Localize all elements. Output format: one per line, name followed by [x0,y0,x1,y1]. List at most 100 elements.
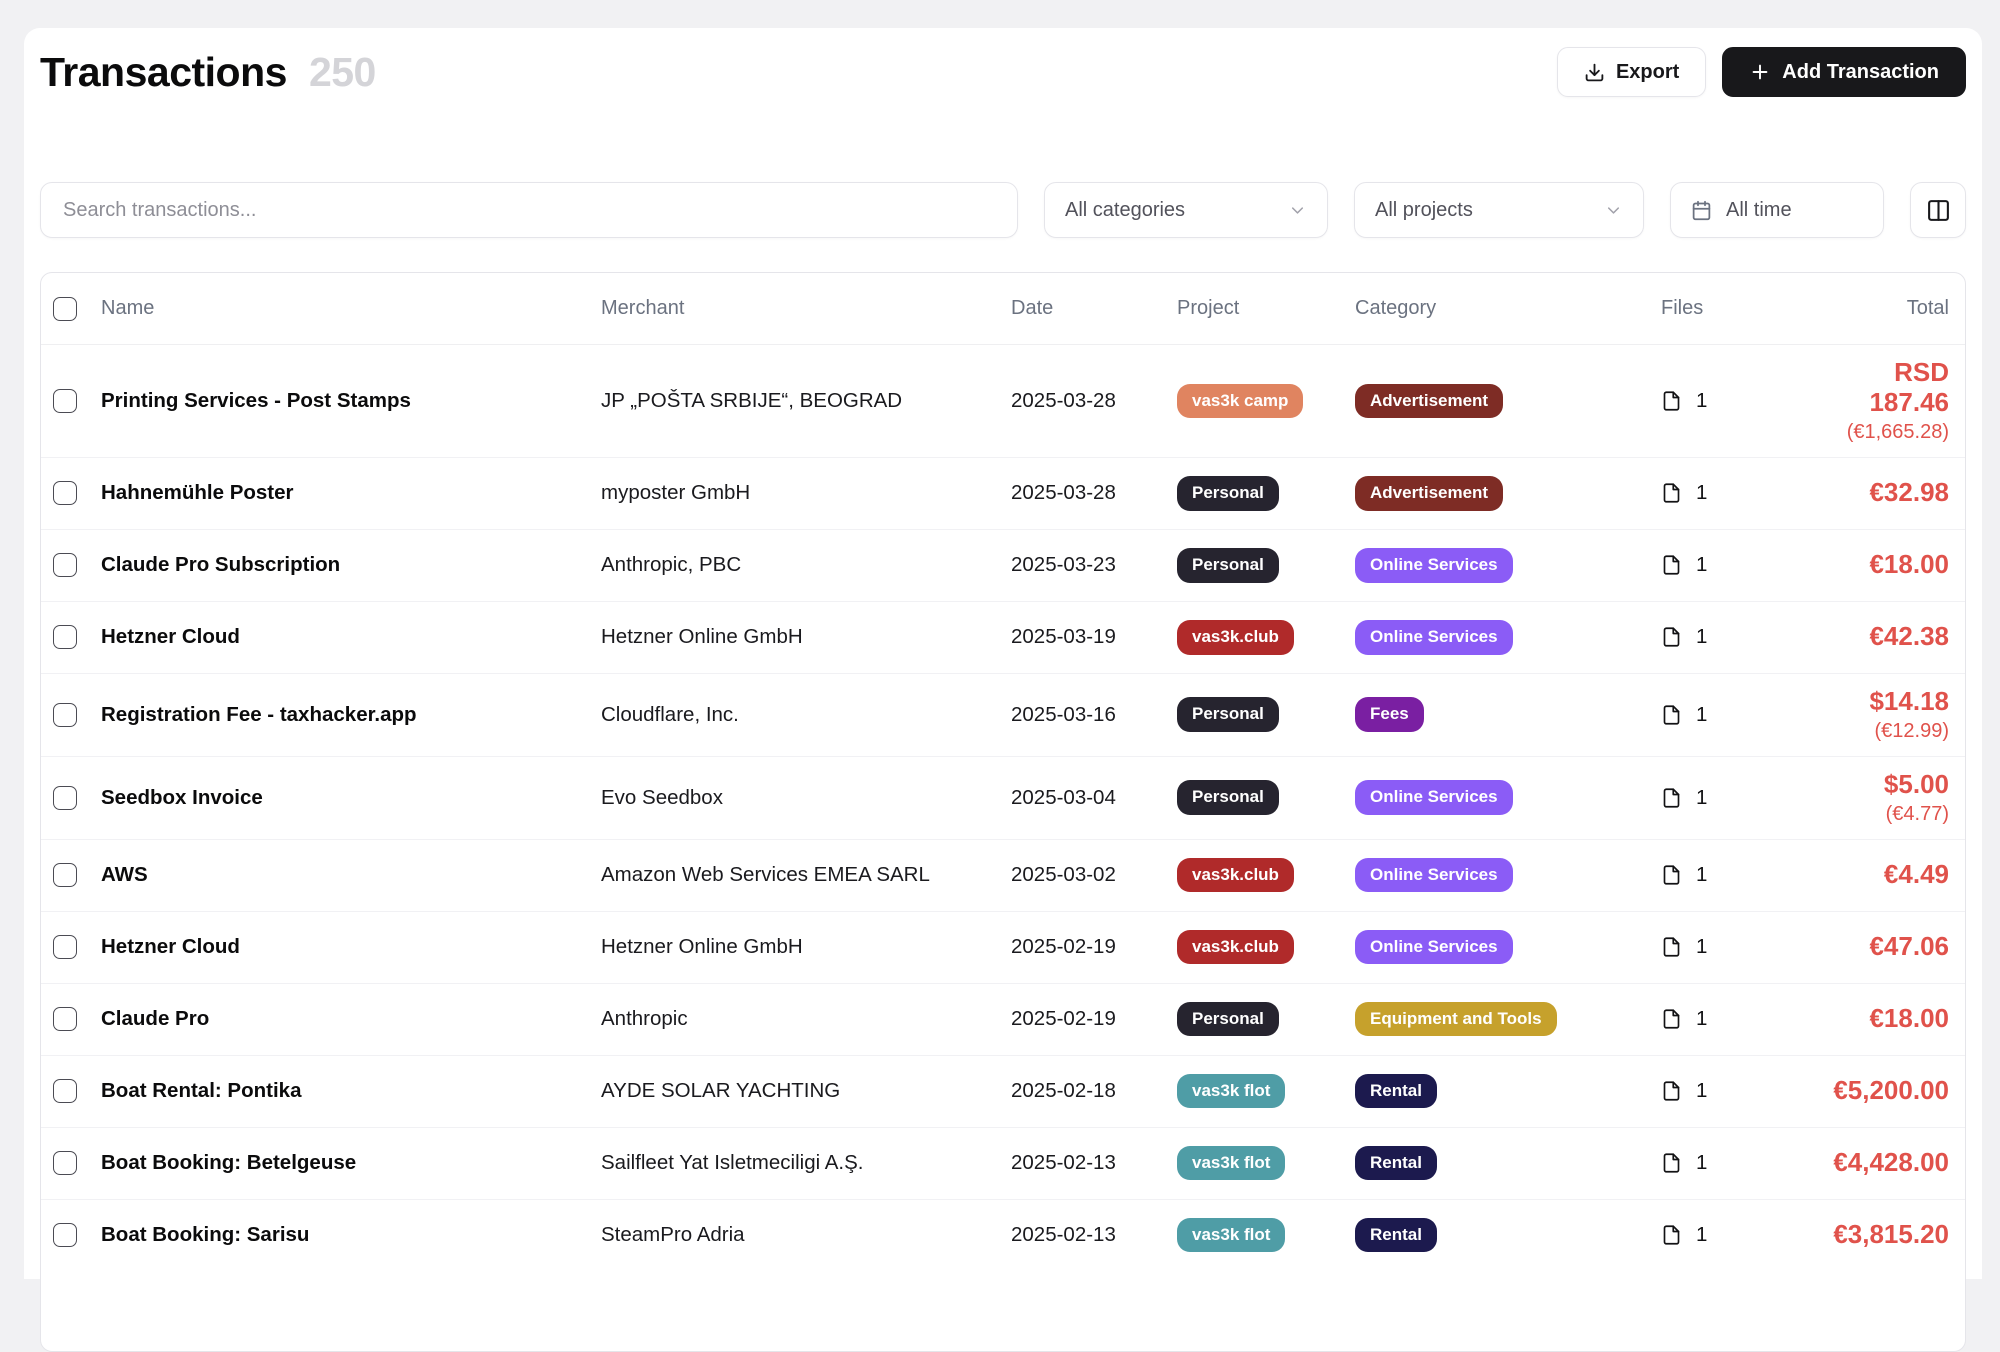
total-amount: €18.00 [1813,550,1949,580]
transaction-merchant: Sailfleet Yat Isletmeciligi A.Ş. [601,1151,1011,1175]
total-amount: €5,200.00 [1813,1076,1949,1106]
transaction-date: 2025-03-28 [1011,389,1177,413]
category-badge[interactable]: Online Services [1355,620,1513,655]
table-row[interactable]: Hetzner Cloud Hetzner Online GmbH 2025-0… [41,601,1965,673]
project-badge[interactable]: vas3k.club [1177,620,1294,655]
table-row[interactable]: Seedbox Invoice Evo Seedbox 2025-03-04 P… [41,756,1965,839]
transaction-merchant: Cloudflare, Inc. [601,703,1011,727]
row-checkbox[interactable] [53,481,77,505]
export-label: Export [1616,61,1679,84]
project-badge[interactable]: vas3k camp [1177,384,1303,419]
project-badge[interactable]: Personal [1177,1002,1279,1037]
project-badge[interactable]: vas3k.club [1177,858,1294,893]
transaction-name: Seedbox Invoice [101,786,601,810]
row-checkbox[interactable] [53,1223,77,1247]
file-icon [1661,1223,1682,1247]
table-row[interactable]: Boat Booking: Sarisu SteamPro Adria 2025… [41,1199,1965,1271]
file-count: 1 [1696,1007,1707,1031]
file-count: 1 [1696,1151,1707,1175]
transaction-date: 2025-02-19 [1011,935,1177,959]
total-amount: €18.00 [1813,1004,1949,1034]
table-row[interactable]: Boat Rental: Pontika AYDE SOLAR YACHTING… [41,1055,1965,1127]
table-row[interactable]: Boat Booking: Betelgeuse Sailfleet Yat I… [41,1127,1965,1199]
table-row[interactable]: Hetzner Cloud Hetzner Online GmbH 2025-0… [41,911,1965,983]
table-row[interactable]: Claude Pro Subscription Anthropic, PBC 2… [41,529,1965,601]
transaction-merchant: Evo Seedbox [601,786,1011,810]
category-badge[interactable]: Online Services [1355,858,1513,893]
transaction-merchant: Anthropic [601,1007,1011,1031]
file-icon [1661,553,1682,577]
chevron-down-icon [1288,201,1307,220]
date-range-value: All time [1726,199,1792,222]
transaction-name: Printing Services - Post Stamps [101,389,601,413]
transaction-merchant: JP „POŠTA SRBIJE“, BEOGRAD [601,389,1011,413]
select-all-checkbox[interactable] [53,297,77,321]
category-badge[interactable]: Equipment and Tools [1355,1002,1557,1037]
category-badge[interactable]: Advertisement [1355,384,1503,419]
transaction-date: 2025-02-13 [1011,1223,1177,1247]
total-converted: (€12.99) [1813,720,1949,743]
columns-toggle-button[interactable] [1910,182,1966,238]
row-checkbox[interactable] [53,389,77,413]
transaction-name: Hetzner Cloud [101,625,601,649]
project-filter-value: All projects [1375,199,1473,222]
file-icon [1661,625,1682,649]
project-badge[interactable]: Personal [1177,476,1279,511]
total-amount: €42.38 [1813,622,1949,652]
transaction-name: AWS [101,863,601,887]
date-range-filter[interactable]: All time [1670,182,1884,238]
row-checkbox[interactable] [53,1007,77,1031]
category-badge[interactable]: Rental [1355,1218,1437,1253]
table-row[interactable]: Registration Fee - taxhacker.app Cloudfl… [41,673,1965,756]
category-badge[interactable]: Online Services [1355,780,1513,815]
project-badge[interactable]: vas3k flot [1177,1146,1285,1181]
row-checkbox[interactable] [53,553,77,577]
project-filter[interactable]: All projects [1354,182,1644,238]
project-badge[interactable]: Personal [1177,780,1279,815]
header-category: Category [1355,297,1661,320]
category-badge[interactable]: Online Services [1355,930,1513,965]
table-row[interactable]: Hahnemühle Poster myposter GmbH 2025-03-… [41,457,1965,529]
category-badge[interactable]: Rental [1355,1146,1437,1181]
transaction-name: Hahnemühle Poster [101,481,601,505]
export-button[interactable]: Export [1557,47,1706,97]
transaction-name: Boat Booking: Sarisu [101,1223,601,1247]
transaction-name: Hetzner Cloud [101,935,601,959]
file-icon [1661,786,1682,810]
add-transaction-button[interactable]: Add Transaction [1722,47,1966,97]
project-badge[interactable]: vas3k flot [1177,1218,1285,1253]
transaction-merchant: Anthropic, PBC [601,553,1011,577]
row-checkbox[interactable] [53,935,77,959]
header-project: Project [1177,297,1355,320]
row-checkbox[interactable] [53,786,77,810]
transaction-merchant: myposter GmbH [601,481,1011,505]
transaction-name: Boat Rental: Pontika [101,1079,601,1103]
category-badge[interactable]: Online Services [1355,548,1513,583]
category-badge[interactable]: Fees [1355,697,1424,732]
file-count: 1 [1696,935,1707,959]
transaction-date: 2025-03-28 [1011,481,1177,505]
project-badge[interactable]: Personal [1177,548,1279,583]
search-input[interactable] [40,182,1018,238]
category-filter[interactable]: All categories [1044,182,1328,238]
table-row[interactable]: Printing Services - Post Stamps JP „POŠT… [41,345,1965,457]
project-badge[interactable]: vas3k flot [1177,1074,1285,1109]
file-count: 1 [1696,625,1707,649]
row-checkbox[interactable] [53,703,77,727]
project-badge[interactable]: Personal [1177,697,1279,732]
table-row[interactable]: AWS Amazon Web Services EMEA SARL 2025-0… [41,839,1965,911]
category-badge[interactable]: Advertisement [1355,476,1503,511]
row-checkbox[interactable] [53,1151,77,1175]
row-checkbox[interactable] [53,863,77,887]
file-icon [1661,935,1682,959]
transaction-date: 2025-02-13 [1011,1151,1177,1175]
file-count: 1 [1696,389,1707,413]
project-badge[interactable]: vas3k.club [1177,930,1294,965]
category-badge[interactable]: Rental [1355,1074,1437,1109]
total-amount: RSD 187.46 [1813,358,1949,418]
row-checkbox[interactable] [53,1079,77,1103]
table-row[interactable]: Claude Pro Anthropic 2025-02-19 Personal… [41,983,1965,1055]
transaction-merchant: Hetzner Online GmbH [601,935,1011,959]
table-body: Printing Services - Post Stamps JP „POŠT… [41,345,1965,1271]
row-checkbox[interactable] [53,625,77,649]
